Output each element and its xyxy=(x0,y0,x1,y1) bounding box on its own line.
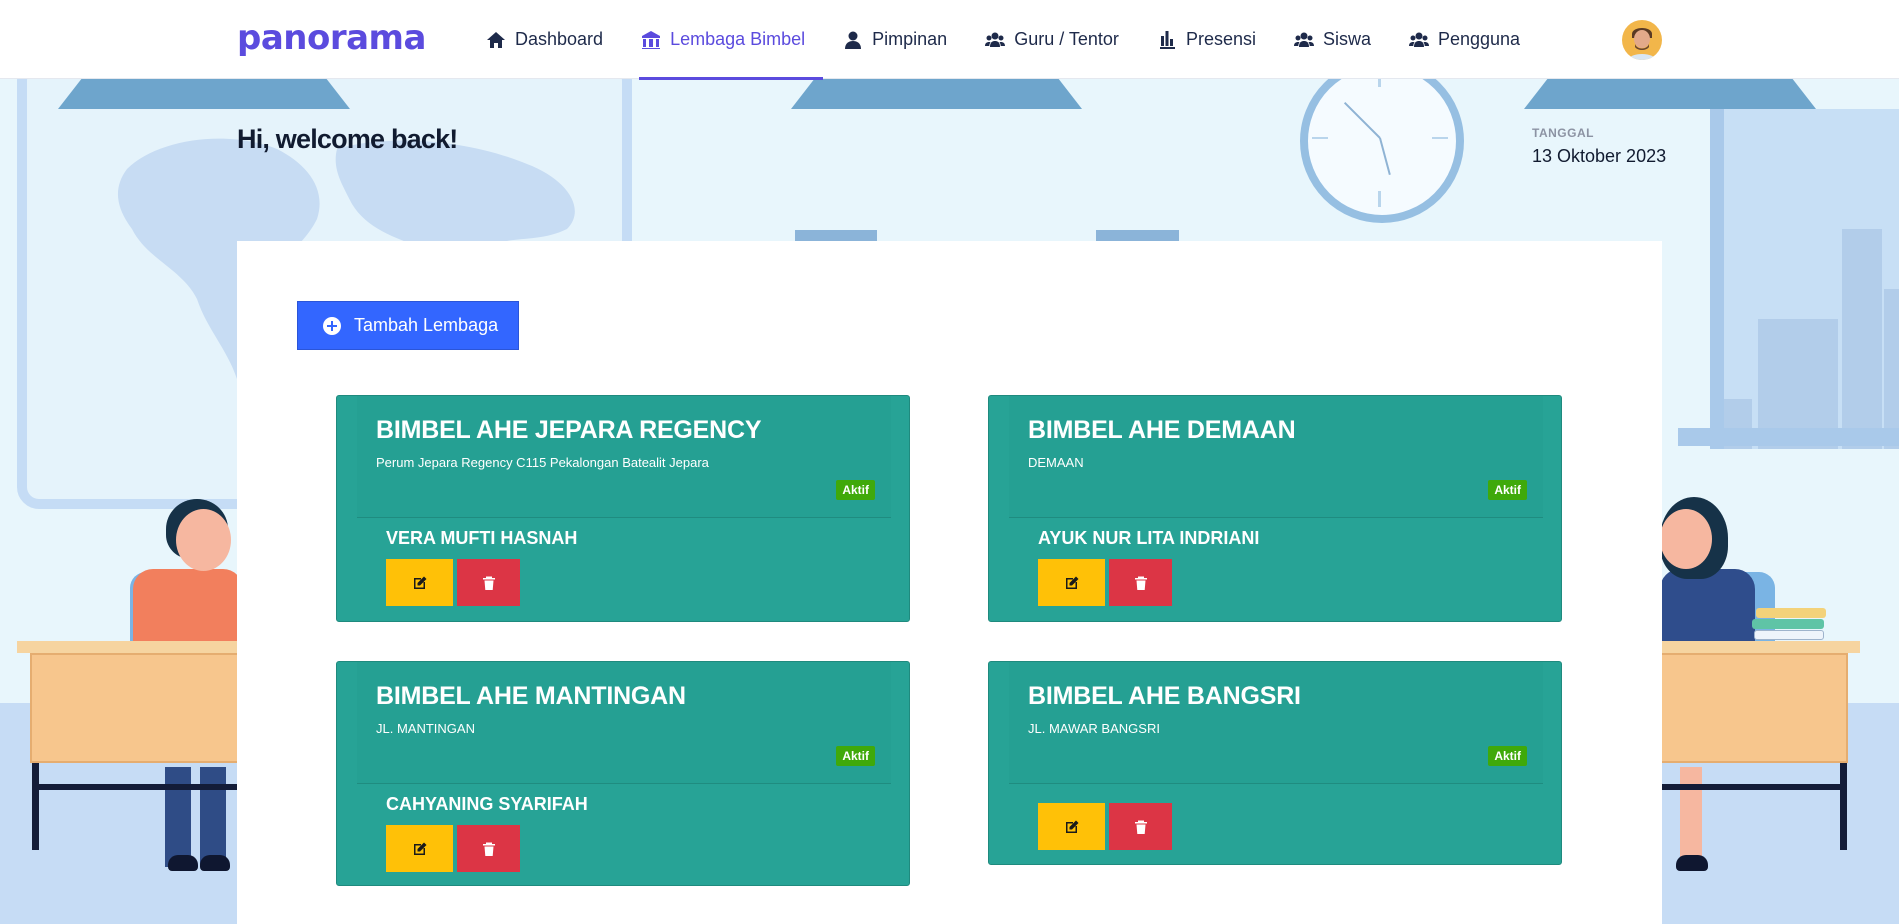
avatar-image xyxy=(1622,20,1662,60)
edit-icon xyxy=(1065,820,1078,833)
desk-drawer xyxy=(1660,653,1848,763)
lembaga-name: BIMBEL AHE BANGSRI xyxy=(1028,682,1301,710)
edit-icon xyxy=(413,576,426,589)
student-leg xyxy=(200,767,226,867)
book xyxy=(1756,608,1826,618)
lembaga-name: BIMBEL AHE JEPARA REGENCY xyxy=(376,416,762,444)
student-shoe xyxy=(200,855,230,871)
brand-logo[interactable]: panorama xyxy=(237,18,426,58)
nav-label: Guru / Tentor xyxy=(1014,29,1119,49)
lembaga-address: JL. MAWAR BANGSRI xyxy=(1028,721,1160,736)
top-navbar: panorama Dashboard Lembaga Bimbel Pimpin… xyxy=(0,0,1899,80)
attendance-icon xyxy=(1159,30,1175,49)
card-header: BIMBEL AHE DEMAAN DEMAAN Aktif xyxy=(1009,396,1543,518)
nav-label: Presensi xyxy=(1185,29,1256,49)
nav-label: Siswa xyxy=(1322,29,1371,49)
status-badge: Aktif xyxy=(1488,746,1527,766)
home-icon xyxy=(487,31,505,48)
lembaga-name: BIMBEL AHE MANTINGAN xyxy=(376,682,686,710)
date-value: 13 Oktober 2023 xyxy=(1532,146,1667,166)
book xyxy=(1754,630,1824,640)
delete-button[interactable] xyxy=(1109,559,1172,606)
lembaga-card: BIMBEL AHE DEMAAN DEMAAN Aktif AYUK NUR … xyxy=(988,395,1562,622)
institution-icon xyxy=(642,30,661,49)
nav-item-pengguna[interactable]: Pengguna xyxy=(1407,0,1538,79)
nav-label: Pimpinan xyxy=(872,29,948,49)
desk xyxy=(17,641,247,653)
users-icon xyxy=(1293,32,1314,47)
window-sill xyxy=(1678,428,1899,446)
student-leg xyxy=(165,767,191,867)
nav-item-siswa[interactable]: Siswa xyxy=(1292,0,1389,79)
lembaga-card: BIMBEL AHE MANTINGAN JL. MANTINGAN Aktif… xyxy=(336,661,910,886)
user-avatar[interactable] xyxy=(1622,20,1662,60)
add-lembaga-button[interactable]: Tambah Lembaga xyxy=(297,301,519,350)
status-badge: Aktif xyxy=(836,746,875,766)
desk xyxy=(1660,641,1860,653)
card-header: BIMBEL AHE MANTINGAN JL. MANTINGAN Aktif xyxy=(357,662,891,784)
edit-button[interactable] xyxy=(1038,559,1105,606)
leader-name: CAHYANING SYARIFAH xyxy=(386,794,588,814)
edit-icon xyxy=(1065,576,1078,589)
nav-label: Lembaga Bimbel xyxy=(670,29,806,49)
main-nav: Dashboard Lembaga Bimbel Pimpinan Guru /… xyxy=(484,0,1556,80)
plus-circle-icon xyxy=(323,316,341,335)
trash-icon xyxy=(1134,820,1147,834)
nav-item-lembaga-bimbel[interactable]: Lembaga Bimbel xyxy=(639,0,824,80)
date-label: TANGGAL xyxy=(1532,126,1594,140)
card-header: BIMBEL AHE BANGSRI JL. MAWAR BANGSRI Akt… xyxy=(1009,662,1543,784)
desk-bar xyxy=(1660,784,1847,790)
nav-item-dashboard[interactable]: Dashboard xyxy=(484,0,621,79)
book xyxy=(1752,619,1824,629)
nav-item-guru-tentor[interactable]: Guru / Tentor xyxy=(983,0,1137,79)
desk-leg xyxy=(1840,763,1847,850)
users-icon xyxy=(985,32,1006,47)
trash-icon xyxy=(482,576,495,590)
lembaga-card: BIMBEL AHE BANGSRI JL. MAWAR BANGSRI Akt… xyxy=(988,661,1562,865)
student-shoe xyxy=(1676,855,1708,871)
lembaga-address: DEMAAN xyxy=(1028,455,1084,470)
status-badge: Aktif xyxy=(1488,480,1527,500)
edit-button[interactable] xyxy=(386,825,453,872)
student-shoe xyxy=(168,855,198,871)
lembaga-address: JL. MANTINGAN xyxy=(376,721,475,736)
wall-clock xyxy=(1300,79,1464,223)
edit-icon xyxy=(413,842,426,855)
welcome-heading: Hi, welcome back! xyxy=(237,124,458,154)
lembaga-address: Perum Jepara Regency C115 Pekalongan Bat… xyxy=(376,455,709,470)
user-icon xyxy=(845,31,862,49)
ceiling-lamp xyxy=(791,79,1082,109)
nav-item-pimpinan[interactable]: Pimpinan xyxy=(841,0,965,79)
desk-leg xyxy=(32,763,39,850)
ceiling-lamp xyxy=(58,79,350,109)
student-leg xyxy=(1680,767,1702,867)
edit-button[interactable] xyxy=(1038,803,1105,850)
edit-button[interactable] xyxy=(386,559,453,606)
trash-icon xyxy=(1134,576,1147,590)
student-head xyxy=(176,509,231,571)
lembaga-name: BIMBEL AHE DEMAAN xyxy=(1028,416,1296,444)
nav-label: Dashboard xyxy=(515,29,604,49)
lembaga-panel: Tambah Lembaga BIMBEL AHE JEPARA REGENCY… xyxy=(237,241,1662,924)
trash-icon xyxy=(482,842,495,856)
leader-name: VERA MUFTI HASNAH xyxy=(386,528,578,548)
desk-bar xyxy=(32,784,247,790)
status-badge: Aktif xyxy=(836,480,875,500)
ceiling-lamp xyxy=(1524,79,1816,109)
nav-label: Pengguna xyxy=(1437,29,1521,49)
users-icon xyxy=(1408,32,1429,47)
leader-name: AYUK NUR LITA INDRIANI xyxy=(1038,528,1260,548)
lembaga-card: BIMBEL AHE JEPARA REGENCY Perum Jepara R… xyxy=(336,395,910,622)
add-lembaga-label: Tambah Lembaga xyxy=(354,315,499,335)
desk-drawer xyxy=(30,653,245,763)
delete-button[interactable] xyxy=(1109,803,1172,850)
student-head xyxy=(1660,509,1712,569)
delete-button[interactable] xyxy=(457,559,520,606)
card-header: BIMBEL AHE JEPARA REGENCY Perum Jepara R… xyxy=(357,396,891,518)
nav-item-presensi[interactable]: Presensi xyxy=(1155,0,1274,79)
city-window xyxy=(1710,109,1899,449)
delete-button[interactable] xyxy=(457,825,520,872)
